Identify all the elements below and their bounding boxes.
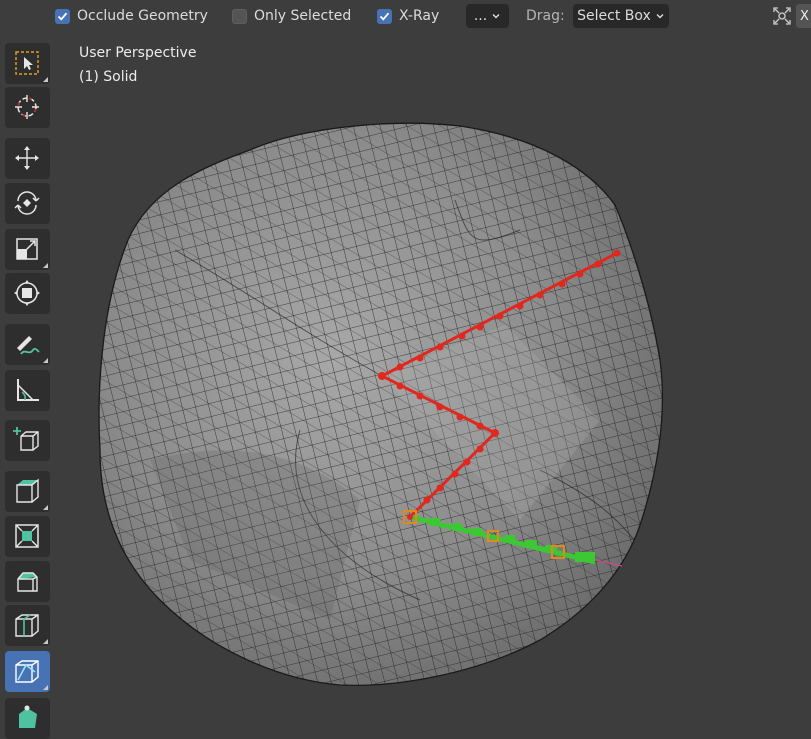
- checkmark-icon: [57, 12, 68, 21]
- occlude-geometry-checkbox[interactable]: [55, 8, 70, 24]
- knife-tool[interactable]: [5, 651, 50, 692]
- x-mirror-label: X: [800, 8, 809, 24]
- rotate-icon: [14, 191, 40, 215]
- xray-checkbox[interactable]: [377, 8, 392, 24]
- x-mirror-button[interactable]: X: [796, 4, 811, 28]
- checkmark-icon: [379, 12, 390, 21]
- chevron-down-icon: [492, 14, 500, 19]
- gizmo-icon: [773, 7, 791, 25]
- gizmo-toggle-button[interactable]: [772, 6, 792, 26]
- view-name: User Perspective: [79, 45, 197, 61]
- mesh-object[interactable]: [0, 32, 811, 723]
- measure-icon: [17, 379, 39, 401]
- xray-toggle[interactable]: X-Ray: [377, 5, 439, 27]
- measure-tool[interactable]: [5, 370, 50, 411]
- only-selected-checkbox[interactable]: [232, 8, 247, 24]
- poly-build-tool[interactable]: [5, 698, 50, 739]
- extrude-icon: [16, 478, 39, 503]
- poly-build-icon: [19, 705, 37, 728]
- inset-tool[interactable]: [5, 516, 50, 557]
- move-icon: [15, 146, 39, 170]
- select-box-tool[interactable]: [5, 43, 50, 84]
- add-cube-tool[interactable]: [5, 420, 50, 461]
- extrude-tool[interactable]: [5, 471, 50, 512]
- transform-tool[interactable]: [5, 273, 50, 314]
- scale-icon: [16, 238, 38, 260]
- more-options-dropdown[interactable]: ...: [466, 4, 509, 28]
- annotate-tool[interactable]: [5, 324, 50, 365]
- chevron-down-icon: [656, 14, 664, 19]
- tool-shelf: [0, 40, 60, 739]
- bevel-icon: [17, 572, 38, 592]
- occlude-geometry-toggle[interactable]: Occlude Geometry: [55, 5, 208, 27]
- scale-tool[interactable]: [5, 229, 50, 270]
- drag-select-value: Select Box: [577, 8, 651, 24]
- more-options-label: ...: [473, 8, 488, 24]
- loop-cut-tool[interactable]: [5, 605, 50, 646]
- occlude-geometry-label: Occlude Geometry: [77, 8, 208, 24]
- select-box-icon: [15, 51, 39, 75]
- transform-icon: [14, 280, 40, 306]
- only-selected-label: Only Selected: [254, 8, 352, 24]
- move-tool[interactable]: [5, 138, 50, 179]
- xray-label: X-Ray: [399, 8, 440, 24]
- cursor-tool[interactable]: [5, 87, 50, 128]
- annotate-icon: [17, 336, 40, 355]
- mesh-surface: [98, 122, 664, 687]
- knife-icon: [15, 660, 39, 683]
- add-cube-icon: [13, 427, 39, 451]
- drag-label: Drag:: [526, 8, 565, 24]
- drag-select-dropdown[interactable]: Select Box: [573, 4, 669, 28]
- rotate-tool[interactable]: [5, 183, 50, 224]
- loop-cut-icon: [15, 614, 39, 637]
- object-info: (1) Solid: [79, 69, 138, 85]
- viewport-header: Occlude Geometry Only Selected X-Ray ...…: [0, 0, 811, 32]
- only-selected-toggle[interactable]: Only Selected: [232, 5, 351, 27]
- cursor-icon: [15, 95, 39, 119]
- bevel-tool[interactable]: [5, 561, 50, 602]
- inset-icon: [15, 524, 39, 548]
- 3d-viewport[interactable]: User Perspective (1) Solid: [0, 32, 811, 723]
